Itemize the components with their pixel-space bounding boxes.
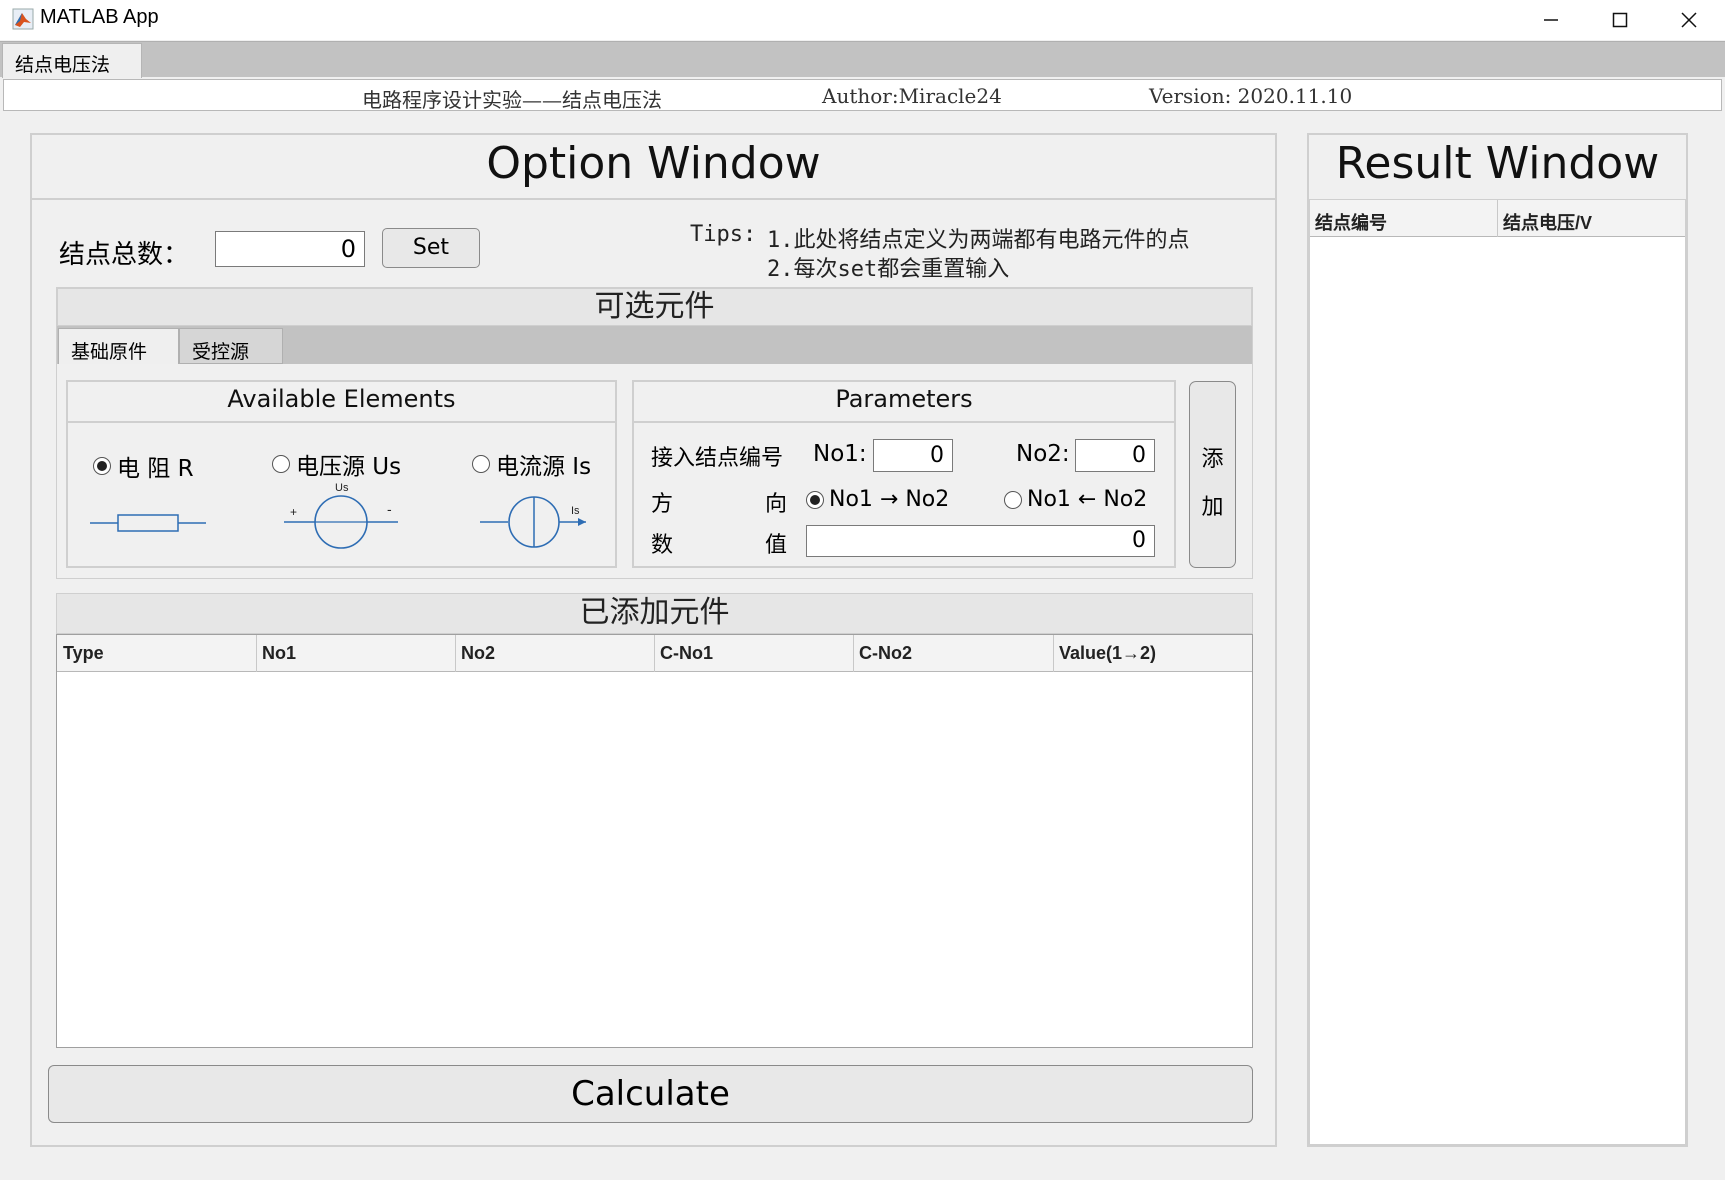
us-minus-sign: - <box>387 501 392 517</box>
direction-label-2: 向 <box>765 492 788 517</box>
column-header: 结点电压/V <box>1503 213 1593 233</box>
close-button[interactable] <box>1655 0 1723 40</box>
column-header: C-No1 <box>660 643 713 663</box>
no2-label: No2: <box>1016 441 1070 467</box>
radio-indicator <box>472 455 490 473</box>
column-separator <box>455 635 456 672</box>
set-button[interactable]: Set <box>382 228 480 268</box>
radio-label: 电压源 Us <box>296 454 402 480</box>
divider <box>32 198 1275 200</box>
radio-label: 电 阻 R <box>117 456 194 482</box>
column-separator <box>1497 200 1498 237</box>
maximize-icon <box>1612 12 1628 28</box>
added-elements-title: 已添加元件 <box>56 593 1253 634</box>
column-header: Value(1→2) <box>1059 643 1157 663</box>
node-number-label: 接入结点编号 <box>651 446 784 471</box>
parameters-title: Parameters <box>835 385 973 413</box>
column-header: C-No2 <box>859 643 912 663</box>
add-button[interactable]: 添 加 <box>1189 381 1236 568</box>
value-input[interactable]: 0 <box>806 525 1155 557</box>
divider <box>634 421 1174 423</box>
radio-label: No1 → No2 <box>829 487 950 512</box>
radio-dir-backward[interactable]: No1 ← No2 <box>1004 487 1147 512</box>
direction-label-1: 方 <box>651 492 674 517</box>
tips-prefix: Tips: <box>690 222 757 247</box>
radio-resistor[interactable]: 电 阻 R <box>93 449 194 483</box>
column-header: No1 <box>262 643 297 663</box>
minimize-icon <box>1544 19 1558 21</box>
add-button-char-1: 添 <box>1201 447 1224 472</box>
value-label-2: 值 <box>765 533 788 558</box>
available-elements-title: Available Elements <box>227 385 456 413</box>
minimize-button[interactable] <box>1517 0 1585 40</box>
node-count-input[interactable]: 0 <box>215 231 365 267</box>
no2-input[interactable]: 0 <box>1075 439 1155 472</box>
radio-dir-forward[interactable]: No1 → No2 <box>806 487 949 512</box>
us-name: Us <box>335 482 349 494</box>
us-plus-sign: + <box>290 505 297 519</box>
tab-basic-elements[interactable]: 基础原件 <box>58 328 179 364</box>
is-name: Is <box>571 505 580 517</box>
header-author: Author:Miracle24 <box>822 84 1002 108</box>
column-separator <box>1053 635 1054 672</box>
close-icon <box>1681 12 1697 28</box>
column-separator <box>654 635 655 672</box>
window-title: MATLAB App <box>40 6 159 28</box>
radio-indicator <box>272 455 290 473</box>
column-separator <box>256 635 257 672</box>
no1-label: No1: <box>813 441 867 467</box>
result-window-title: Result Window <box>1335 138 1660 189</box>
radio-label: No1 ← No2 <box>1027 487 1148 512</box>
tab-controlled-sources[interactable]: 受控源 <box>179 328 283 364</box>
title-bar <box>0 0 1725 40</box>
column-header: No2 <box>461 643 496 663</box>
radio-current-source[interactable]: 电流源 Is <box>472 447 591 481</box>
app-tab-strip <box>0 41 1725 77</box>
add-button-char-2: 加 <box>1201 495 1224 520</box>
current-source-symbol-icon: Is <box>480 496 586 548</box>
radio-indicator <box>806 490 824 509</box>
added-elements-table[interactable] <box>56 634 1253 1048</box>
result-table[interactable] <box>1309 199 1686 1145</box>
value-label-1: 数 <box>651 533 674 558</box>
selectable-title: 可选元件 <box>57 288 1252 326</box>
tip-1: 1.此处将结点定义为两端都有电路元件的点 <box>767 228 1190 253</box>
node-count-label: 结点总数： <box>59 240 190 270</box>
column-header: 结点编号 <box>1315 213 1387 233</box>
header-version: Version: 2020.11.10 <box>1149 84 1353 108</box>
radio-voltage-source[interactable]: 电压源 Us <box>272 447 401 481</box>
radio-indicator <box>93 457 111 475</box>
radio-label: 电流源 Is <box>496 454 592 480</box>
column-header: Type <box>63 643 104 663</box>
matlab-icon <box>12 8 34 30</box>
voltage-source-symbol-icon: + - Us <box>284 482 398 549</box>
radio-indicator <box>1004 490 1022 509</box>
tip-2: 2.每次set都会重置输入 <box>767 257 1010 282</box>
header-title: 电路程序设计实验——结点电压法 <box>362 88 662 112</box>
maximize-button[interactable] <box>1586 0 1654 40</box>
column-separator <box>853 635 854 672</box>
no1-input[interactable]: 0 <box>873 439 953 472</box>
option-window-title: Option Window <box>486 138 821 189</box>
tab-node-voltage[interactable]: 结点电压法 <box>2 43 142 78</box>
resistor-symbol-icon <box>90 514 206 532</box>
divider <box>68 421 615 423</box>
calculate-button[interactable]: Calculate <box>48 1065 1253 1123</box>
